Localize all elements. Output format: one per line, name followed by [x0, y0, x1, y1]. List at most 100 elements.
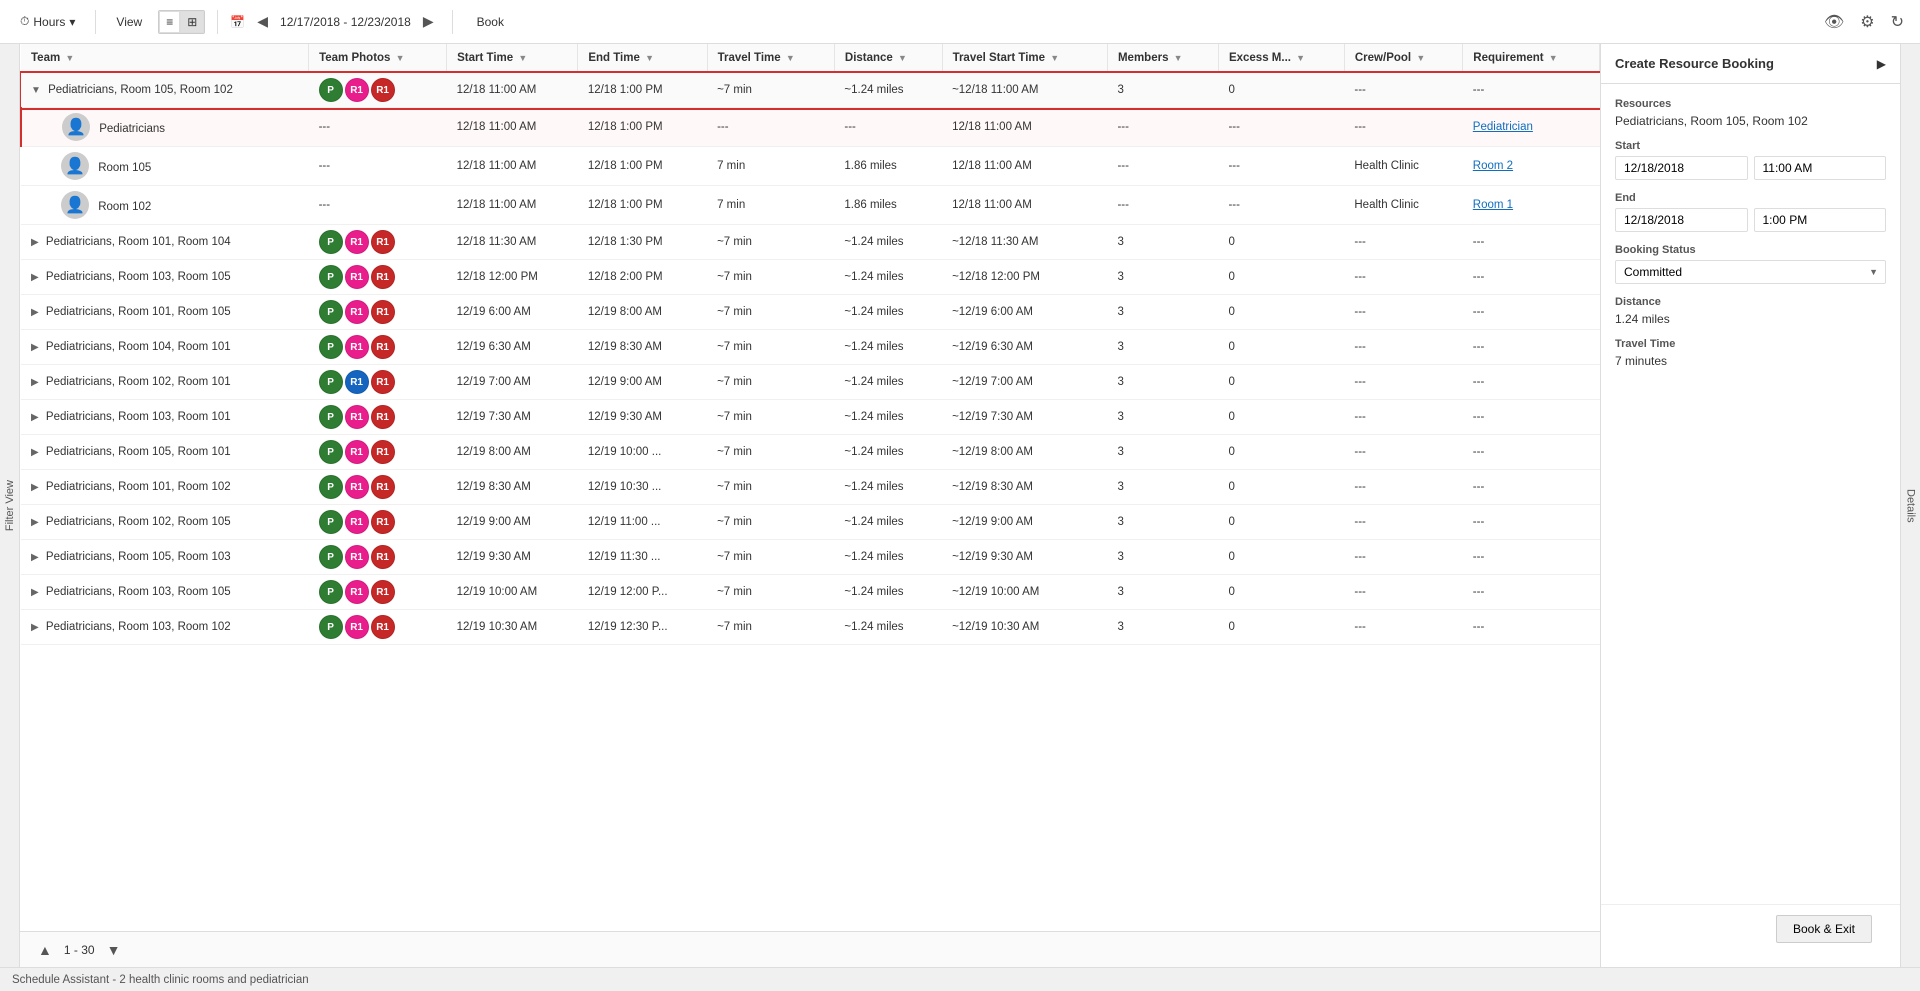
- list-view-btn[interactable]: ≡: [159, 11, 180, 33]
- date-range: 12/17/2018 - 12/23/2018: [280, 15, 411, 29]
- table-row[interactable]: ▶ Pediatricians, Room 104, Room 101 PR1R…: [21, 330, 1600, 365]
- table-row[interactable]: ▶ Pediatricians, Room 101, Room 102 PR1R…: [21, 470, 1600, 505]
- group-members: 3: [1107, 295, 1218, 330]
- grid-view-btn[interactable]: ⊞: [180, 11, 204, 33]
- col-team[interactable]: Team ▼: [21, 44, 309, 73]
- group-end-time: 12/19 8:00 AM: [578, 295, 707, 330]
- expand-icon[interactable]: ▶: [31, 272, 39, 283]
- group-team-cell[interactable]: ▼ Pediatricians, Room 105, Room 102: [21, 73, 309, 108]
- col-end-time[interactable]: End Time ▼: [578, 44, 707, 73]
- gear-icon[interactable]: ⚙: [1856, 8, 1878, 36]
- requirement-link[interactable]: Pediatrician: [1473, 121, 1533, 133]
- col-excess-m[interactable]: Excess M... ▼: [1218, 44, 1344, 73]
- child-members: ---: [1107, 186, 1218, 225]
- expand-icon[interactable]: ▶: [31, 622, 39, 633]
- eye-icon[interactable]: 👁: [1820, 8, 1848, 36]
- group-team-cell[interactable]: ▶ Pediatricians, Room 101, Room 105: [21, 295, 309, 330]
- child-table-row[interactable]: 👤 Pediatricians --- 12/18 11:00 AM 12/18…: [21, 108, 1600, 147]
- avatar-circle: R1: [371, 475, 395, 499]
- table-row[interactable]: ▶ Pediatricians, Room 103, Room 101 PR1R…: [21, 400, 1600, 435]
- table-area: Team ▼ Team Photos ▼ Start Time ▼: [20, 44, 1600, 967]
- avatar-circle: R1: [371, 230, 395, 254]
- hours-dropdown[interactable]: ⏱ Hours ▾: [12, 10, 83, 33]
- start-time-input[interactable]: [1754, 156, 1887, 180]
- next-date-btn[interactable]: ▶: [417, 11, 440, 32]
- table-row[interactable]: ▶ Pediatricians, Room 105, Room 103 PR1R…: [21, 540, 1600, 575]
- details-sidebar[interactable]: Details: [1900, 44, 1920, 967]
- expand-icon[interactable]: ▶: [31, 517, 39, 528]
- end-time-sort-arrow: ▼: [645, 53, 654, 63]
- expand-icon[interactable]: ▶: [31, 342, 39, 353]
- child-table-row[interactable]: 👤 Room 102 --- 12/18 11:00 AM 12/18 1:00…: [21, 186, 1600, 225]
- page-up-btn[interactable]: ▲: [32, 940, 58, 960]
- expand-icon[interactable]: ▶: [31, 447, 39, 458]
- end-date-input[interactable]: [1615, 208, 1748, 232]
- table-row[interactable]: ▶ Pediatricians, Room 103, Room 105 PR1R…: [21, 575, 1600, 610]
- group-team-cell[interactable]: ▶ Pediatricians, Room 103, Room 101: [21, 400, 309, 435]
- table-row[interactable]: ▶ Pediatricians, Room 103, Room 102 PR1R…: [21, 610, 1600, 645]
- col-members[interactable]: Members ▼: [1107, 44, 1218, 73]
- avatar-circle: R1: [371, 440, 395, 464]
- table-row[interactable]: ▼ Pediatricians, Room 105, Room 102 PR1R…: [21, 73, 1600, 108]
- group-travel-start-time: ~12/19 9:00 AM: [942, 505, 1107, 540]
- panel-expand-btn[interactable]: ▶: [1877, 57, 1886, 71]
- requirement-link[interactable]: Room 2: [1473, 160, 1513, 172]
- table-row[interactable]: ▶ Pediatricians, Room 101, Room 104 PR1R…: [21, 225, 1600, 260]
- group-team-cell[interactable]: ▶ Pediatricians, Room 103, Room 105: [21, 260, 309, 295]
- group-team-cell[interactable]: ▶ Pediatricians, Room 103, Room 105: [21, 575, 309, 610]
- expand-icon[interactable]: ▼: [31, 85, 41, 96]
- group-team-cell[interactable]: ▶ Pediatricians, Room 102, Room 105: [21, 505, 309, 540]
- group-distance: ~1.24 miles: [834, 225, 942, 260]
- col-travel-start-time[interactable]: Travel Start Time ▼: [942, 44, 1107, 73]
- expand-icon[interactable]: ▶: [31, 237, 39, 248]
- table-row[interactable]: ▶ Pediatricians, Room 101, Room 105 PR1R…: [21, 295, 1600, 330]
- refresh-icon[interactable]: ↻: [1887, 8, 1908, 36]
- group-team-name: Pediatricians, Room 105, Room 103: [46, 551, 231, 563]
- avatar-circle: R1: [345, 510, 369, 534]
- expand-icon[interactable]: ▶: [31, 552, 39, 563]
- col-travel-time[interactable]: Travel Time ▼: [707, 44, 834, 73]
- group-team-cell[interactable]: ▶ Pediatricians, Room 101, Room 102: [21, 470, 309, 505]
- child-travel-time: ---: [707, 108, 834, 147]
- expand-icon[interactable]: ▶: [31, 482, 39, 493]
- table-row[interactable]: ▶ Pediatricians, Room 102, Room 101 PR1R…: [21, 365, 1600, 400]
- group-team-cell[interactable]: ▶ Pediatricians, Room 105, Room 103: [21, 540, 309, 575]
- col-crew-pool[interactable]: Crew/Pool ▼: [1344, 44, 1462, 73]
- prev-date-btn[interactable]: ◀: [251, 11, 274, 32]
- expand-icon[interactable]: ▶: [31, 412, 39, 423]
- child-table-row[interactable]: 👤 Room 105 --- 12/18 11:00 AM 12/18 1:00…: [21, 147, 1600, 186]
- end-time-input[interactable]: [1754, 208, 1887, 232]
- table-row[interactable]: ▶ Pediatricians, Room 105, Room 101 PR1R…: [21, 435, 1600, 470]
- crew-pool-sort-arrow: ▼: [1416, 53, 1425, 63]
- col-requirement[interactable]: Requirement ▼: [1463, 44, 1600, 73]
- group-travel-start-time: ~12/19 10:00 AM: [942, 575, 1107, 610]
- status-bar: Schedule Assistant - 2 health clinic roo…: [0, 967, 1920, 991]
- group-team-name: Pediatricians, Room 102, Room 105: [46, 516, 231, 528]
- filter-view-sidebar[interactable]: Filter View: [0, 44, 20, 967]
- col-start-time[interactable]: Start Time ▼: [447, 44, 578, 73]
- requirement-link[interactable]: Room 1: [1473, 199, 1513, 211]
- group-distance: ~1.24 miles: [834, 365, 942, 400]
- group-team-name: Pediatricians, Room 101, Room 104: [46, 236, 231, 248]
- table-wrapper[interactable]: Team ▼ Team Photos ▼ Start Time ▼: [20, 44, 1600, 931]
- group-team-cell[interactable]: ▶ Pediatricians, Room 105, Room 101: [21, 435, 309, 470]
- expand-icon[interactable]: ▶: [31, 307, 39, 318]
- group-team-cell[interactable]: ▶ Pediatricians, Room 102, Room 101: [21, 365, 309, 400]
- expand-icon[interactable]: ▶: [31, 587, 39, 598]
- start-date-input[interactable]: [1615, 156, 1748, 180]
- group-team-cell[interactable]: ▶ Pediatricians, Room 104, Room 101: [21, 330, 309, 365]
- page-down-btn[interactable]: ▼: [101, 940, 127, 960]
- book-button[interactable]: Book: [465, 11, 516, 33]
- booking-status-select[interactable]: Committed Tentative Cancelled: [1615, 260, 1886, 284]
- table-row[interactable]: ▶ Pediatricians, Room 103, Room 105 PR1R…: [21, 260, 1600, 295]
- col-team-photos[interactable]: Team Photos ▼: [309, 44, 447, 73]
- avatar-circle: R1: [371, 265, 395, 289]
- child-travel-time: 7 min: [707, 147, 834, 186]
- group-requirement: ---: [1463, 260, 1600, 295]
- group-team-cell[interactable]: ▶ Pediatricians, Room 101, Room 104: [21, 225, 309, 260]
- group-team-cell[interactable]: ▶ Pediatricians, Room 103, Room 102: [21, 610, 309, 645]
- book-exit-btn[interactable]: Book & Exit: [1776, 915, 1872, 943]
- table-row[interactable]: ▶ Pediatricians, Room 102, Room 105 PR1R…: [21, 505, 1600, 540]
- col-distance[interactable]: Distance ▼: [834, 44, 942, 73]
- expand-icon[interactable]: ▶: [31, 377, 39, 388]
